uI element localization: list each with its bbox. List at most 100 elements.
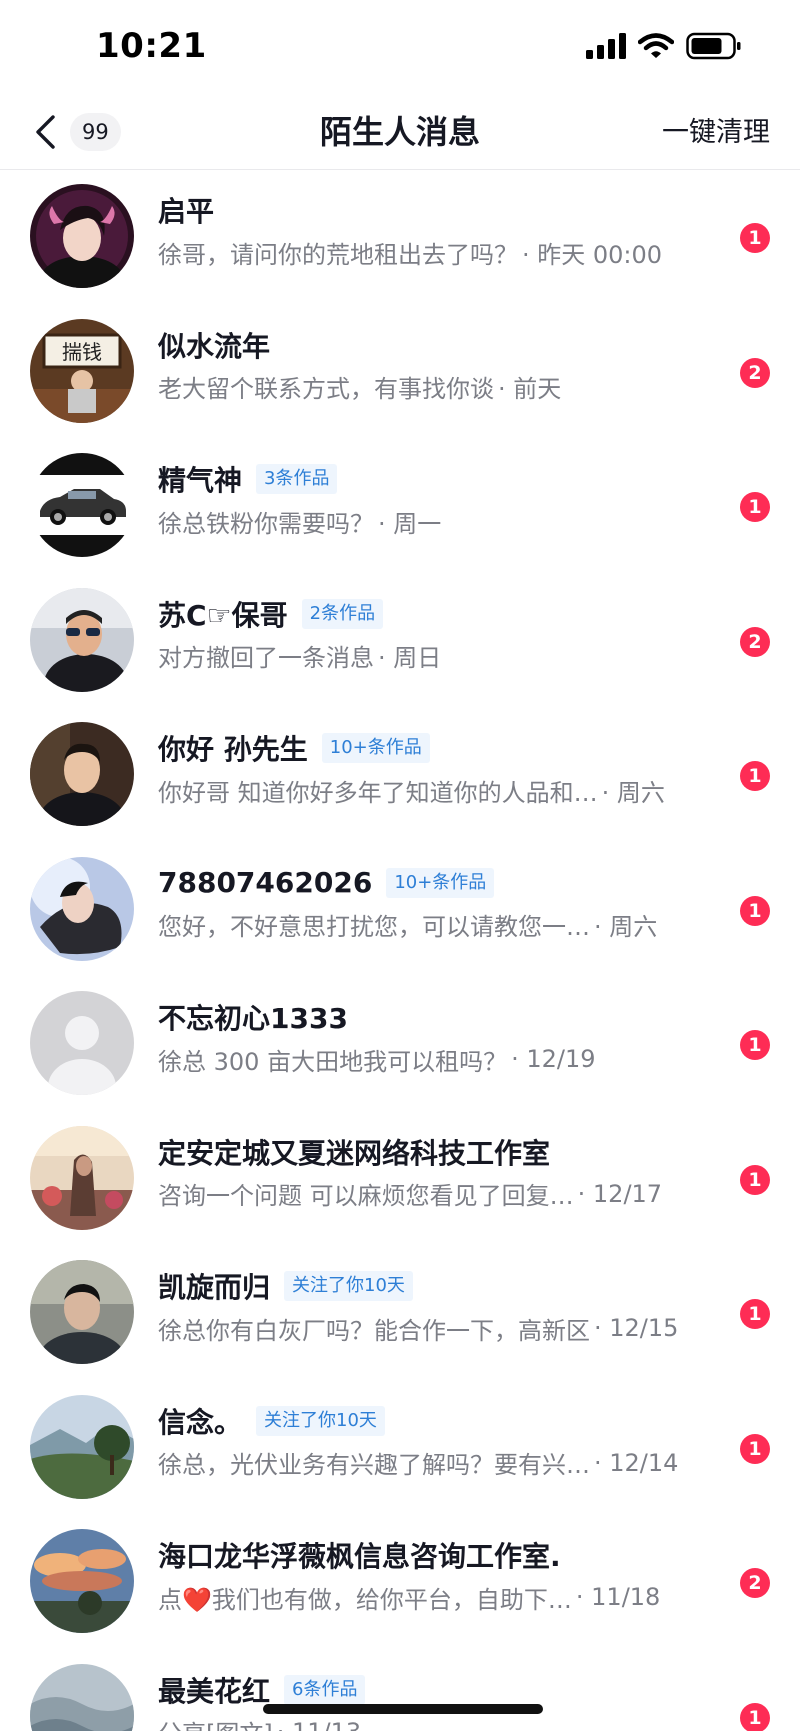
profile-tag: 6条作品	[284, 1674, 366, 1705]
avatar[interactable]	[30, 1260, 134, 1364]
message-time: · 12/17	[577, 1179, 663, 1208]
name-line: 凯旋而归 关注了你10天	[158, 1264, 728, 1308]
unread-badge: 1	[740, 1702, 770, 1731]
message-time: · 11/18	[575, 1583, 661, 1611]
chevron-left-icon	[36, 115, 55, 149]
preview-line: 点❤️我们也有做，给你平台，自助下… · 11/18	[158, 1577, 728, 1617]
cellular-signal-icon	[586, 33, 626, 59]
message-preview: 老大留个联系方式，有事找你谈	[158, 375, 494, 403]
message-row[interactable]: 凯旋而归 关注了你10天 徐总你有白灰厂吗？能合作一下，高新区 · 12/15 1	[0, 1246, 800, 1381]
message-row[interactable]: 海口龙华浮薇枫信息咨询工作室. 点❤️我们也有做，给你平台，自助下… · 11/18…	[0, 1515, 800, 1650]
preview-line: 分享[图文] · 11/13	[158, 1712, 728, 1731]
name-line: 海口龙华浮薇枫信息咨询工作室.	[158, 1533, 728, 1577]
message-row[interactable]: 揣钱 似水流年 老大留个联系方式，有事找你谈 · 前天 2	[0, 305, 800, 440]
preview-line: 徐哥，请问你的荒地租出去了吗？ · 昨天 00:00	[158, 232, 728, 272]
message-body: 定安定城又夏迷网络科技工作室 咨询一个问题 可以麻烦您看见了回复… · 12/17	[158, 1130, 728, 1214]
nav-bar: 99 陌生人消息 一键清理	[0, 96, 800, 170]
one-click-clean-button[interactable]: 一键清理	[662, 114, 770, 152]
name-line: 信念。 关注了你10天	[158, 1399, 728, 1443]
profile-tag: 10+条作品	[386, 867, 495, 898]
sender-name: 似水流年	[158, 329, 271, 363]
sender-name: 信念。	[158, 1405, 243, 1439]
message-row[interactable]: 启平 徐哥，请问你的荒地租出去了吗？ · 昨天 00:00 1	[0, 170, 800, 305]
message-row[interactable]: 精气神 3条作品徐总铁粉你需要吗？ · 周一 1	[0, 439, 800, 574]
message-preview: 对方撤回了一条消息	[158, 644, 374, 672]
name-line: 不忘初心1333	[158, 995, 728, 1039]
message-row[interactable]: 你好 孙先生 10+条作品 你好哥 知道你好多年了知道你的人品和… · 周六 1	[0, 708, 800, 843]
message-body: 苏C☞保哥 2条作品对方撤回了一条消息 · 周日	[158, 592, 728, 676]
sender-name: 苏C☞保哥	[158, 598, 288, 632]
preview-line: 老大留个联系方式，有事找你谈 · 前天	[158, 367, 728, 407]
message-preview: 徐总你有白灰厂吗？能合作一下，高新区	[158, 1316, 590, 1345]
avatar[interactable]	[30, 1125, 134, 1230]
name-line: 78807462026 10+条作品	[158, 861, 728, 905]
profile-tag: 2条作品	[301, 598, 384, 629]
message-body: 最美花红 6条作品分享[图文] · 11/13	[158, 1668, 728, 1731]
message-row[interactable]: 苏C☞保哥 2条作品 对方撤回了一条消息 · 周日 2	[0, 574, 800, 709]
avatar[interactable]: 揣钱	[30, 318, 134, 423]
message-preview: 徐哥，请问你的荒地租出去了吗？	[158, 240, 518, 269]
message-row[interactable]: 不忘初心1333 徐总 300 亩大田地我可以租吗？ · 12/19 1	[0, 977, 800, 1112]
avatar[interactable]	[30, 587, 134, 692]
message-preview: 徐总铁粉你需要吗？	[158, 509, 374, 538]
unread-badge: 1	[740, 1433, 770, 1464]
avatar[interactable]	[30, 722, 134, 826]
sender-name: 凯旋而归	[158, 1271, 271, 1304]
message-body: 凯旋而归 关注了你10天 徐总你有白灰厂吗？能合作一下，高新区 · 12/15	[158, 1264, 728, 1348]
message-preview: 点❤️我们也有做，给你平台，自助下…	[158, 1585, 572, 1614]
avatar[interactable]	[30, 184, 134, 288]
message-time: · 11/13	[277, 1718, 361, 1731]
message-time: · 周一	[378, 509, 442, 538]
avatar[interactable]	[30, 991, 134, 1095]
name-line: 苏C☞保哥 2条作品	[158, 592, 728, 636]
unread-count-pill[interactable]: 99	[70, 113, 121, 151]
avatar[interactable]	[30, 856, 134, 961]
unread-badge: 2	[740, 1568, 770, 1598]
home-indicator	[263, 1704, 543, 1714]
sender-name: 海口龙华浮薇枫信息咨询工作室.	[158, 1540, 561, 1573]
name-line: 启平	[158, 188, 728, 232]
wifi-icon	[638, 33, 674, 58]
unread-badge: 1	[740, 1164, 770, 1195]
message-time: · 12/15	[594, 1314, 679, 1342]
avatar[interactable]	[30, 453, 134, 557]
avatar[interactable]	[30, 1529, 134, 1633]
message-body: 不忘初心1333 徐总 300 亩大田地我可以租吗？ · 12/19	[158, 995, 728, 1079]
preview-line: 徐总，光伏业务有兴趣了解吗？要有兴… · 12/14	[158, 1443, 728, 1483]
message-body: 信念。 关注了你10天 徐总，光伏业务有兴趣了解吗？要有兴… · 12/14	[158, 1399, 728, 1483]
message-body: 似水流年老大留个联系方式，有事找你谈 · 前天	[158, 323, 728, 407]
profile-tag: 3条作品	[256, 464, 338, 494]
name-line: 精气神 3条作品	[158, 457, 728, 501]
preview-line: 徐总你有白灰厂吗？能合作一下，高新区 · 12/15	[158, 1308, 728, 1348]
back-button[interactable]	[28, 110, 62, 154]
message-row[interactable]: 78807462026 10+条作品您好，不好意思打扰您，可以请教您一… · 周六 1	[0, 843, 800, 978]
message-time: · 12/14	[594, 1448, 679, 1477]
profile-tag: 关注了你10天	[284, 1271, 413, 1301]
unread-badge: 1	[740, 223, 770, 253]
message-body: 78807462026 10+条作品您好，不好意思打扰您，可以请教您一… · 周六	[158, 861, 728, 945]
sender-name: 78807462026	[158, 866, 373, 899]
avatar[interactable]	[30, 1394, 134, 1499]
preview-line: 徐总 300 亩大田地我可以租吗？ · 12/19	[158, 1039, 728, 1079]
sender-name: 最美花红	[158, 1674, 271, 1708]
sender-name: 定安定城又夏迷网络科技工作室	[158, 1136, 551, 1170]
message-time: · 周六	[601, 778, 665, 807]
unread-badge: 1	[740, 1299, 770, 1329]
sender-name: 不忘初心1333	[158, 1002, 348, 1035]
unread-badge: 1	[740, 895, 770, 926]
message-row[interactable]: 定安定城又夏迷网络科技工作室 咨询一个问题 可以麻烦您看见了回复… · 12/17 1	[0, 1112, 800, 1247]
sender-name: 精气神	[158, 464, 243, 497]
profile-tag: 关注了你10天	[256, 1405, 385, 1436]
message-preview: 您好，不好意思打扰您，可以请教您一…	[158, 913, 590, 941]
avatar[interactable]	[30, 1663, 134, 1731]
unread-badge: 1	[740, 492, 770, 522]
message-body: 你好 孙先生 10+条作品 你好哥 知道你好多年了知道你的人品和… · 周六	[158, 726, 728, 810]
message-row[interactable]: 最美花红 6条作品分享[图文] · 11/13 1	[0, 1650, 800, 1731]
svg-text:揣钱: 揣钱	[62, 340, 102, 364]
message-body: 精气神 3条作品徐总铁粉你需要吗？ · 周一	[158, 457, 728, 541]
preview-line: 对方撤回了一条消息 · 周日	[158, 636, 728, 676]
name-line: 似水流年	[158, 323, 728, 367]
preview-line: 您好，不好意思打扰您，可以请教您一… · 周六	[158, 905, 728, 945]
sender-name: 你好 孙先生	[158, 733, 308, 766]
message-row[interactable]: 信念。 关注了你10天 徐总，光伏业务有兴趣了解吗？要有兴… · 12/14 1	[0, 1381, 800, 1516]
